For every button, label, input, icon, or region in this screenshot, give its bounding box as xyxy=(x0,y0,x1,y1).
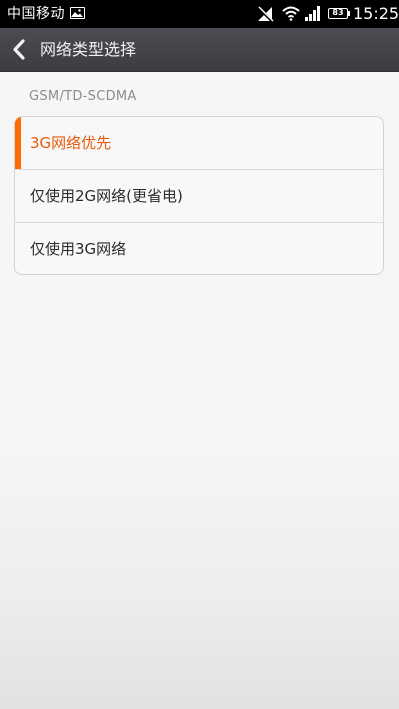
signal-off-icon xyxy=(256,5,274,26)
option-3g-preferred[interactable]: 3G网络优先 xyxy=(15,117,383,170)
clock: 15:25 xyxy=(353,4,399,23)
back-button[interactable] xyxy=(8,36,34,64)
cell-signal-icon xyxy=(305,6,321,25)
title-bar: 网络类型选择 xyxy=(0,28,399,72)
chevron-left-icon xyxy=(13,39,25,60)
battery-tip xyxy=(348,11,350,16)
page-title: 网络类型选择 xyxy=(40,40,137,59)
option-label: 仅使用2G网络(更省电) xyxy=(30,187,183,205)
option-2g-only[interactable]: 仅使用2G网络(更省电) xyxy=(15,170,383,223)
image-icon xyxy=(70,7,85,19)
selected-indicator xyxy=(15,117,21,169)
battery-icon: 83 xyxy=(328,8,348,19)
wifi-icon xyxy=(282,6,300,25)
network-type-list: 3G网络优先 仅使用2G网络(更省电) 仅使用3G网络 xyxy=(14,116,384,275)
carrier-name: 中国移动 xyxy=(7,6,65,22)
option-label: 3G网络优先 xyxy=(30,134,112,152)
section-header: GSM/TD-SCDMA xyxy=(29,89,137,104)
status-bar: 中国移动 83 15:25 xyxy=(0,0,399,28)
option-label: 仅使用3G网络 xyxy=(30,240,127,258)
option-3g-only[interactable]: 仅使用3G网络 xyxy=(15,223,383,274)
